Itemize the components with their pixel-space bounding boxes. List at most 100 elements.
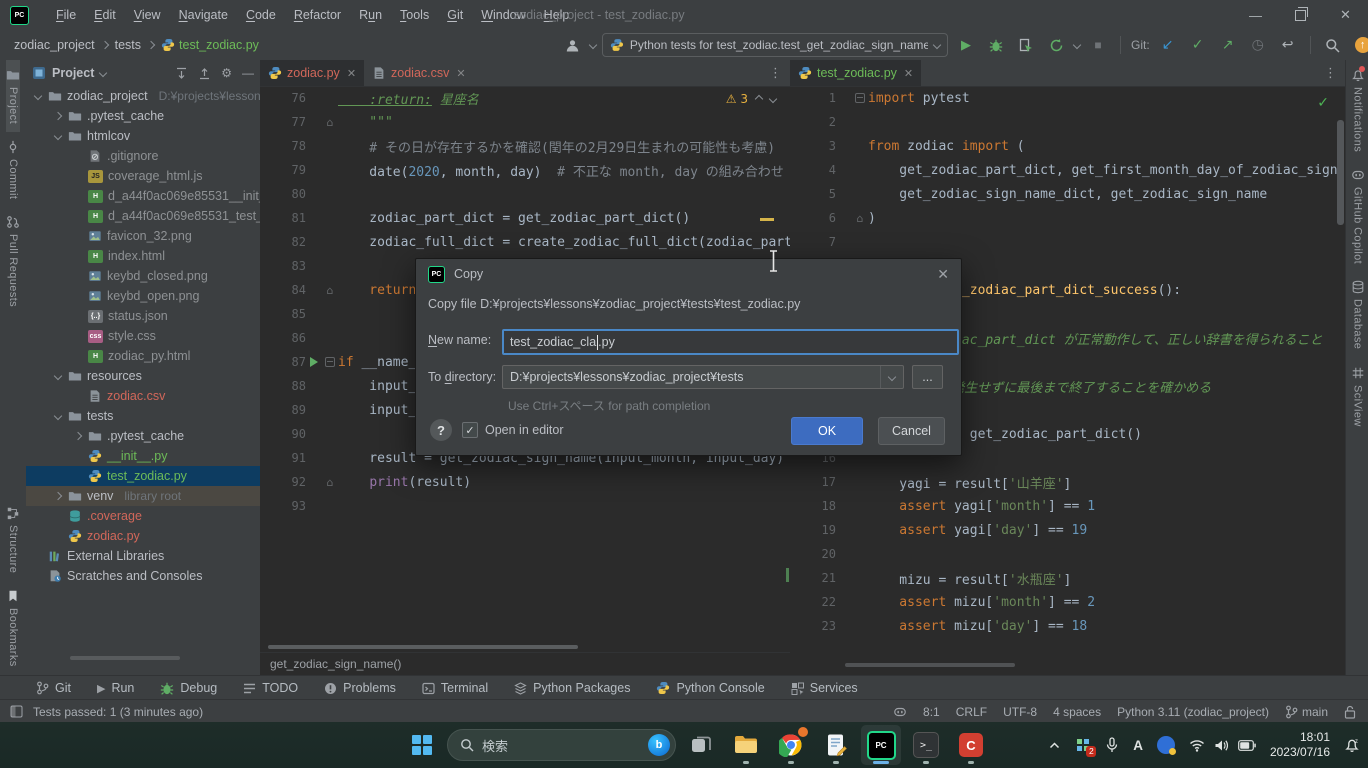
tab-close-icon[interactable]: ✕ (456, 67, 465, 80)
fold-end-icon[interactable]: ⌂ (327, 116, 334, 129)
tool-stripe-notifications[interactable]: Notifications (1351, 60, 1365, 160)
run-configuration-select[interactable]: Python tests for test_zodiac.test_get_zo… (602, 33, 948, 57)
fold-end-icon[interactable]: ⌂ (857, 212, 864, 225)
toolwindow-git[interactable]: Git (36, 681, 71, 695)
status-message[interactable]: Tests passed: 1 (3 minutes ago) (33, 705, 203, 719)
help-button[interactable]: ? (430, 419, 452, 441)
start-button[interactable] (402, 725, 442, 765)
tab-options-icon[interactable]: ⋮ (761, 66, 790, 81)
tree-item-index.html[interactable]: Hindex.html (26, 246, 260, 266)
settings-gear-icon[interactable]: ⚙ (221, 66, 232, 80)
tool-stripe-pull-requests[interactable]: Pull Requests (6, 207, 20, 315)
search-everywhere-button[interactable] (1321, 34, 1345, 56)
tree-item-htmlcov[interactable]: htmlcov (26, 126, 260, 146)
tree-item-scratchesandconsoles[interactable]: Scratches and Consoles (26, 566, 260, 586)
project-tree-hscrollbar[interactable] (70, 656, 180, 660)
taskbar-notepad[interactable] (816, 725, 856, 765)
tool-stripe-sciview[interactable]: SciView (1351, 358, 1365, 435)
network-volume-battery-group[interactable] (1189, 739, 1256, 752)
tool-stripe-bookmarks[interactable]: Bookmarks (6, 581, 20, 675)
taskbar-file-explorer[interactable] (726, 725, 766, 765)
inspections-ok-icon[interactable]: ✓ (1317, 94, 1329, 111)
menu-code[interactable]: Code (237, 0, 285, 30)
tree-item-.gitignore[interactable]: .gitignore (26, 146, 260, 166)
menu-run[interactable]: Run (350, 0, 391, 30)
git-history-button[interactable]: ◷ (1246, 34, 1270, 56)
menu-file[interactable]: File (47, 0, 85, 30)
profiler-button[interactable] (1044, 34, 1068, 56)
tree-item-tests[interactable]: tests (26, 406, 260, 426)
menu-view[interactable]: View (125, 0, 170, 30)
git-update-button[interactable]: ↙ (1156, 34, 1180, 56)
browse-directory-button[interactable]: ... (912, 365, 943, 389)
fold-icon[interactable] (325, 357, 335, 367)
tree-item-status.json[interactable]: {..}status.json (26, 306, 260, 326)
toolwindow-debug[interactable]: Debug (160, 681, 217, 696)
tool-stripe-structure[interactable]: Structure (6, 498, 20, 581)
hide-panel-icon[interactable]: — (242, 66, 254, 80)
status-widget[interactable]: Python 3.11 (zodiac_project) (1117, 705, 1269, 719)
breadcrumb-item[interactable]: tests (111, 37, 145, 53)
tree-item-keybd_open.png[interactable]: keybd_open.png (26, 286, 260, 306)
tab-close-icon[interactable]: ✕ (904, 67, 913, 80)
fold-end-icon[interactable]: ⌂ (327, 476, 334, 489)
tool-stripe-database[interactable]: Database (1351, 272, 1365, 357)
menu-navigate[interactable]: Navigate (170, 0, 237, 30)
tree-item-test_zodiac.py[interactable]: test_zodiac.py (26, 466, 260, 486)
minimize-button[interactable]: — (1233, 0, 1278, 30)
taskbar-search-box[interactable]: 検索 b (447, 729, 676, 761)
taskbar-chrome[interactable] (771, 725, 811, 765)
tree-item-d_a44f0ac069e85531_test_zodiac.html[interactable]: Hd_a44f0ac069e85531_test_zodiac.html (26, 206, 260, 226)
dialog-title-bar[interactable]: PC Copy ✕ (416, 259, 961, 289)
lock-icon[interactable] (1344, 705, 1356, 719)
tray-chevron-up-icon[interactable] (1048, 739, 1061, 752)
expand-all-icon[interactable] (175, 67, 188, 80)
menu-tools[interactable]: Tools (391, 0, 438, 30)
toolwindow-python-packages[interactable]: Python Packages (514, 681, 630, 695)
tree-item-zodiac.py[interactable]: zodiac.py (26, 526, 260, 546)
taskbar-clock[interactable]: 18:01 2023/07/16 (1270, 730, 1330, 760)
restore-button[interactable] (1278, 0, 1323, 30)
status-widget[interactable]: 4 spaces (1053, 705, 1101, 719)
next-warning-icon[interactable] (769, 95, 777, 103)
editor-breadcrumb[interactable]: get_zodiac_sign_name() (260, 652, 790, 675)
toolwindow-python-console[interactable]: Python Console (656, 681, 764, 695)
project-tree[interactable]: zodiac_projectD:¥projects¥lessons¥zo.pyt… (26, 86, 260, 586)
run-line-icon[interactable] (310, 357, 318, 367)
tree-item-zodiac_project[interactable]: zodiac_projectD:¥projects¥lessons¥zo (26, 86, 260, 106)
ide-update-icon[interactable]: ↑ (1351, 34, 1368, 56)
tree-item-externallibraries[interactable]: External Libraries (26, 546, 260, 566)
taskbar-terminal[interactable]: >_ (906, 725, 946, 765)
tree-item-.pytest_cache[interactable]: .pytest_cache (26, 106, 260, 126)
cancel-button[interactable]: Cancel (878, 417, 945, 445)
tree-item-style.css[interactable]: cssstyle.css (26, 326, 260, 346)
dialog-close-icon[interactable]: ✕ (937, 266, 949, 283)
git-branch-widget[interactable]: main (1285, 705, 1328, 719)
ok-button[interactable]: OK (791, 417, 863, 445)
open-in-editor-checkbox[interactable]: ✓ (462, 422, 478, 438)
toolwindow-run[interactable]: ▶Run (97, 681, 134, 695)
status-widget[interactable]: 8:1 (923, 705, 940, 719)
to-directory-combobox[interactable]: D:¥projects¥lessons¥zodiac_project¥tests (502, 365, 904, 389)
tray-update-icon[interactable]: 2 (1075, 737, 1091, 753)
inspection-widget[interactable]: ⚠ 3 (726, 92, 776, 106)
copilot-status-icon[interactable] (893, 705, 907, 719)
tab-options-icon[interactable]: ⋮ (1316, 66, 1345, 81)
tree-item-.coverage[interactable]: .coverage (26, 506, 260, 526)
tree-item-.pytest_cache[interactable]: .pytest_cache (26, 426, 260, 446)
project-dropdown-icon[interactable] (99, 69, 107, 77)
tree-item-d_a44f0ac069e85531__init__py.html[interactable]: Hd_a44f0ac069e85531__init__py.html (26, 186, 260, 206)
editor-right-vscrollbar[interactable] (1337, 120, 1344, 225)
collapse-all-icon[interactable] (198, 67, 211, 80)
run-button[interactable]: ▶ (954, 34, 978, 56)
tab-test_zodiac.py[interactable]: test_zodiac.py✕ (790, 60, 921, 86)
editor-left-hscrollbar[interactable] (268, 645, 578, 649)
new-name-input[interactable]: test_zodiac_cla.py (502, 329, 959, 355)
tree-item-coverage_html.js[interactable]: JScoverage_html.js (26, 166, 260, 186)
tool-stripe-github-copilot[interactable]: GitHub Copilot (1351, 160, 1365, 272)
tool-stripe-commit[interactable]: Commit (6, 132, 20, 207)
run-with-coverage-button[interactable] (1014, 34, 1038, 56)
status-widget[interactable]: UTF-8 (1003, 705, 1037, 719)
stop-button[interactable]: ■ (1086, 34, 1110, 56)
taskbar-task-view[interactable] (681, 725, 721, 765)
